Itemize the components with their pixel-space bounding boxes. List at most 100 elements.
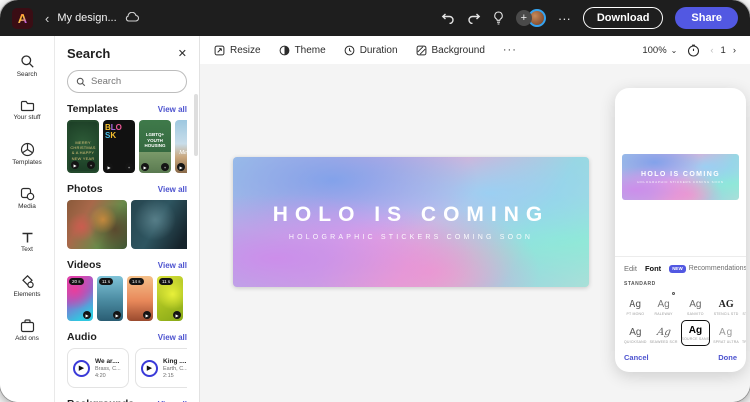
background-icon	[416, 45, 426, 55]
page-prev-icon[interactable]: ‹	[710, 45, 713, 56]
sidebar-item-your-stuff[interactable]: Your stuff	[3, 88, 51, 132]
font-grid: Ag PT MONO Ag RALEWAY Ag SANVITO AG STENCIL …	[624, 292, 746, 346]
page-next-icon[interactable]: ›	[733, 45, 736, 56]
font-option[interactable]: AG STENCIL STD	[713, 292, 739, 317]
add-ons-icon	[20, 318, 34, 332]
redo-icon[interactable]	[467, 12, 481, 24]
download-button[interactable]: Download	[582, 7, 664, 29]
duration-badge: 11 s	[159, 278, 174, 285]
play-icon: ▶	[173, 311, 181, 319]
font-option[interactable]: AjSTORYBOOK	[742, 292, 746, 316]
cloud-sync-icon	[125, 11, 139, 25]
more-options-icon[interactable]: ···	[558, 12, 571, 25]
design-canvas-banner[interactable]: HOLO IS COMING HOLOGRAPHIC STICKERS COMI…	[233, 157, 589, 287]
view-all-photos-link[interactable]: View all	[158, 185, 187, 194]
standard-section-label: STANDARD	[624, 281, 656, 287]
tab-font[interactable]: Font	[645, 264, 661, 273]
photo-thumbnail[interactable]	[131, 200, 187, 249]
undo-icon[interactable]	[441, 12, 455, 24]
play-icon: ▶	[143, 311, 151, 319]
sidebar-item-add-ons[interactable]: Add ons	[3, 308, 51, 352]
close-icon[interactable]: ✕	[178, 47, 187, 60]
sidebar-item-text[interactable]: Text	[3, 220, 51, 264]
chevron-down-icon: ⌄	[670, 45, 678, 55]
font-option[interactable]: Ag RALEWAY	[650, 292, 678, 316]
theme-icon	[279, 45, 289, 55]
sidebar-item-search[interactable]: Search	[3, 44, 51, 88]
add-icon: +	[87, 161, 95, 169]
videos-row: 20 s ▶ 11 s ▶ 14 s ▶ 11 s ▶	[67, 276, 187, 321]
timer-icon[interactable]	[687, 44, 700, 57]
document-title[interactable]: My design...	[57, 12, 116, 24]
elements-icon	[21, 274, 34, 289]
duration-button[interactable]: Duration	[344, 45, 398, 56]
toolbar-more-icon[interactable]: ···	[503, 44, 517, 56]
add-collaborator-icon[interactable]: +	[515, 10, 532, 26]
font-option[interactable]: Ag PT MONO	[624, 292, 647, 317]
video-thumbnail[interactable]: 20 s ▶	[67, 276, 93, 321]
video-thumbnail[interactable]: 11 s ▶	[97, 276, 123, 321]
view-all-audio-link[interactable]: View all	[158, 333, 187, 342]
play-icon: ▶	[141, 163, 149, 171]
cancel-button[interactable]: Cancel	[624, 353, 649, 362]
banner-title[interactable]: HOLO IS COMING	[273, 203, 550, 227]
photo-thumbnail[interactable]	[67, 200, 127, 249]
video-thumbnail[interactable]: 11 s ▶	[157, 276, 183, 321]
view-all-templates-link[interactable]: View all	[158, 105, 187, 114]
font-option[interactable]: AGTRUE NORTH	[742, 320, 746, 344]
background-button[interactable]: Background	[416, 45, 485, 56]
text-icon	[22, 232, 32, 243]
search-icon	[76, 77, 86, 86]
play-icon: ▶	[177, 163, 185, 171]
page-navigation: ‹ 1 ›	[710, 45, 736, 56]
banner-subtitle[interactable]: HOLOGRAPHIC STICKERS COMING SOON	[289, 234, 533, 241]
folder-icon	[20, 100, 34, 112]
resize-button[interactable]: Resize	[214, 45, 261, 56]
section-title-audio: Audio	[67, 331, 97, 343]
template-thumbnail[interactable]: BLO SK ▶ +	[103, 120, 135, 173]
theme-button[interactable]: Theme	[279, 45, 326, 56]
zoom-select[interactable]: 100% ⌄	[642, 45, 677, 56]
play-icon: ▶	[71, 161, 79, 169]
panel-title: Search	[67, 46, 111, 61]
audio-card[interactable]: ▶ King .... Earth, C... 2:15	[135, 348, 187, 388]
view-all-videos-link[interactable]: View all	[158, 261, 187, 270]
mini-banner[interactable]: HOLO IS COMING HOLOGRAPHIC STICKERS COMI…	[622, 154, 739, 200]
canvas-toolbar: Resize Theme Duration Background ··· 100…	[200, 36, 750, 64]
mobile-preview-panel: HOLO IS COMING HOLOGRAPHIC STICKERS COMI…	[615, 88, 746, 372]
font-option[interactable]: Ag QUICKSAND	[624, 320, 647, 345]
search-input-wrap[interactable]	[67, 70, 187, 93]
resize-icon	[214, 45, 225, 55]
section-title-photos: Photos	[67, 183, 103, 195]
font-option[interactable]: Ag SPRAT ULTRA	[713, 320, 739, 345]
panel-scrollbar[interactable]	[194, 94, 198, 156]
top-bar: A ‹ My design... + ··· Download Share	[0, 0, 750, 36]
collaborators[interactable]: +	[515, 9, 546, 27]
back-chevron-icon[interactable]: ‹	[45, 11, 49, 26]
font-option[interactable]: Ag SEAWEED SCR	[650, 320, 678, 344]
tab-recommendations[interactable]: Recommendations	[689, 265, 746, 272]
font-option[interactable]: Ag SANVITO	[681, 292, 711, 317]
search-input[interactable]	[91, 76, 181, 87]
search-icon	[20, 55, 34, 68]
template-thumbnail[interactable]: MERRY CHRISTMAS & A HAPPY NEW YEAR ▶ +	[67, 120, 99, 173]
sidebar-item-elements[interactable]: Elements	[3, 264, 51, 308]
sidebar-item-media[interactable]: Media	[3, 176, 51, 220]
play-icon: ▶	[83, 311, 91, 319]
tab-edit[interactable]: Edit	[624, 264, 637, 273]
share-button[interactable]: Share	[675, 7, 738, 29]
audio-card[interactable]: ▶ We ar.... Brass, C... 4:20	[67, 348, 129, 388]
lightbulb-icon[interactable]	[493, 11, 504, 25]
page-number: 1	[720, 44, 726, 56]
play-button-icon[interactable]: ▶	[73, 359, 90, 377]
done-button[interactable]: Done	[718, 353, 737, 362]
duration-badge: 14 s	[129, 278, 144, 285]
adobe-express-logo-icon[interactable]: A	[12, 7, 33, 29]
media-icon	[20, 187, 34, 200]
play-button-icon[interactable]: ▶	[141, 359, 158, 377]
video-thumbnail[interactable]: 14 s ▶	[127, 276, 153, 321]
sidebar-item-templates[interactable]: Templates	[3, 132, 51, 176]
template-thumbnail[interactable]: LGBTQ+ YOUTH HOUSING ▶ +	[139, 120, 171, 173]
font-option-selected[interactable]: Ag SOURCE SANS	[680, 320, 711, 346]
template-thumbnail[interactable]: Memorial ▶ +	[175, 120, 187, 173]
